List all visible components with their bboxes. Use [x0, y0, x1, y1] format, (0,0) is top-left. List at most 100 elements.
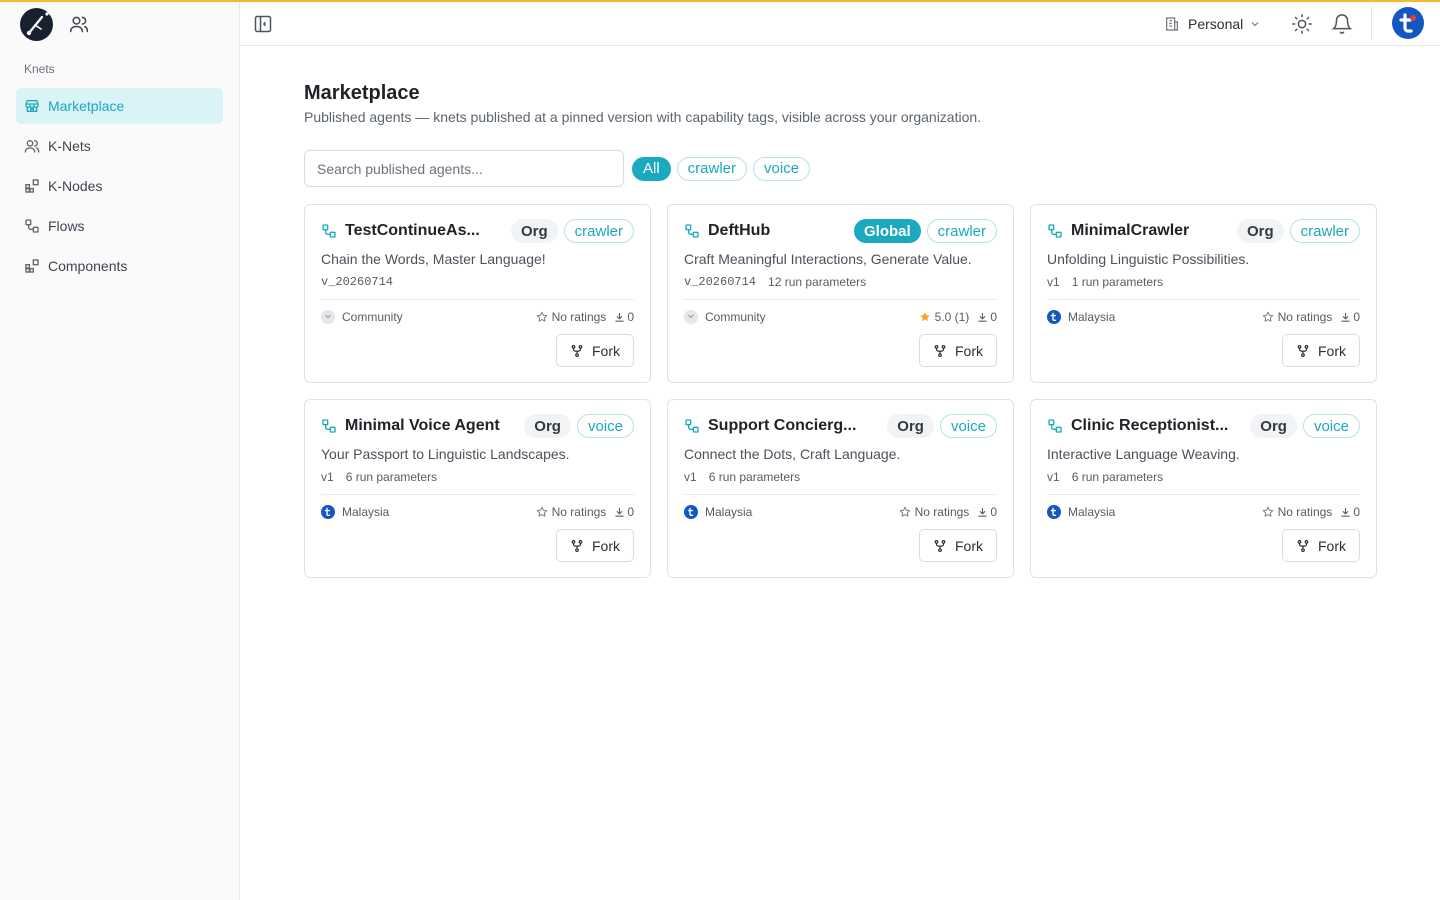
downloads-count: 0	[990, 310, 997, 324]
chevron-down-icon	[1249, 18, 1261, 30]
sidebar-item-label: Components	[48, 258, 128, 274]
filter-chip-all[interactable]: All	[632, 156, 671, 181]
sidebar-item-components[interactable]: Components	[16, 248, 223, 284]
filter-chip-voice[interactable]: voice	[753, 156, 811, 181]
version-label: v1	[321, 469, 334, 484]
fork-button[interactable]: Fork	[919, 529, 997, 562]
sidebar-item-label: K-Nets	[48, 138, 91, 154]
downloads: 0	[614, 505, 634, 519]
users-icon	[24, 138, 40, 154]
theme-toggle-button[interactable]	[1291, 13, 1313, 35]
sidebar-item-label: Flows	[48, 218, 85, 234]
fork-icon	[570, 539, 584, 553]
run-params-label: 6 run parameters	[1071, 469, 1164, 484]
downloads: 0	[977, 505, 997, 519]
card-meta: v1 6 run parameters	[684, 469, 997, 484]
card-name[interactable]: DeftHub	[708, 222, 848, 240]
card-divider	[1047, 494, 1360, 495]
card-meta: v1 6 run parameters	[321, 469, 634, 484]
card-name[interactable]: Minimal Voice Agent	[345, 417, 518, 435]
download-icon	[977, 507, 988, 518]
flow-icon	[1048, 419, 1062, 433]
card-header: Support Concierg... Org voice	[684, 414, 997, 438]
downloads-count: 0	[1353, 310, 1360, 324]
user-avatar[interactable]	[1392, 7, 1424, 39]
card-name[interactable]: Clinic Receptionist...	[1071, 417, 1244, 435]
fork-button[interactable]: Fork	[556, 529, 634, 562]
fork-label: Fork	[1318, 537, 1346, 554]
team-switch-button[interactable]	[68, 13, 90, 35]
agent-card[interactable]: MinimalCrawler Org crawler Unfolding Lin…	[1030, 204, 1377, 383]
card-description: Connect the Dots, Craft Language.	[684, 446, 901, 462]
search-input[interactable]	[304, 150, 624, 187]
fork-button[interactable]: Fork	[1282, 334, 1360, 367]
workspace-selector[interactable]: Personal	[1164, 14, 1261, 34]
scope-badge: Org	[1250, 414, 1297, 438]
run-params-label: 6 run parameters	[345, 469, 438, 484]
panel-left-icon	[254, 15, 272, 33]
card-footer: Malaysia No ratings 0	[321, 501, 634, 523]
sidebar-item-k-nodes[interactable]: K-Nodes	[16, 168, 223, 204]
agent-card[interactable]: TestContinueAs... Org crawler Chain the …	[304, 204, 651, 383]
sidebar-section-label: Knets	[24, 62, 55, 76]
fork-button[interactable]: Fork	[919, 334, 997, 367]
fork-label: Fork	[1318, 342, 1346, 359]
card-footer: Malaysia No ratings 0	[1047, 306, 1360, 328]
rating: No ratings	[536, 310, 606, 324]
star-icon	[536, 506, 548, 518]
filter-chip-crawler[interactable]: crawler	[676, 156, 748, 181]
workspace-label: Personal	[1188, 16, 1244, 32]
topbar-divider	[1371, 6, 1372, 40]
card-header: MinimalCrawler Org crawler	[1047, 219, 1360, 243]
rating: No ratings	[1262, 310, 1333, 324]
scope-badge: Org	[510, 219, 558, 243]
tag-badge: crawler	[1289, 219, 1360, 243]
downloads-count: 0	[627, 310, 634, 324]
sidebar-item-flows[interactable]: Flows	[16, 208, 223, 244]
community-icon	[321, 310, 335, 324]
app-logo[interactable]	[20, 7, 53, 41]
fork-button[interactable]: Fork	[1282, 529, 1360, 562]
card-description: Interactive Language Weaving.	[1047, 446, 1240, 462]
sidebar-item-marketplace[interactable]: Marketplace	[16, 88, 223, 124]
rating-label: No ratings	[1277, 505, 1333, 519]
agent-card[interactable]: Minimal Voice Agent Org voice Your Passp…	[304, 399, 651, 578]
notifications-button[interactable]	[1331, 13, 1353, 35]
scope-badge: Org	[524, 414, 571, 438]
community-icon	[684, 310, 698, 324]
agent-card[interactable]: Clinic Receptionist... Org voice Interac…	[1030, 399, 1377, 578]
card-description: Unfolding Linguistic Possibilities.	[1047, 251, 1250, 267]
fork-button[interactable]: Fork	[556, 334, 634, 367]
rating-label: No ratings	[1277, 310, 1333, 324]
downloads: 0	[977, 310, 997, 324]
star-icon	[919, 311, 931, 323]
sidebar-toggle-button[interactable]	[253, 14, 273, 34]
download-icon	[1340, 312, 1351, 323]
card-name[interactable]: MinimalCrawler	[1071, 222, 1231, 240]
card-divider	[321, 494, 634, 495]
publisher-name: Community	[705, 310, 766, 324]
sidebar-item-k-nets[interactable]: K-Nets	[16, 128, 223, 164]
tag-badge: voice	[939, 414, 997, 438]
card-meta: v_20260714 12 run parameters	[684, 274, 997, 289]
downloads: 0	[614, 310, 634, 324]
agent-card[interactable]: DeftHub Global crawler Craft Meaningful …	[667, 204, 1014, 383]
tag-badge: voice	[576, 414, 634, 438]
fork-label: Fork	[955, 537, 983, 554]
fork-icon	[933, 344, 947, 358]
rating: No ratings	[1262, 505, 1333, 519]
flow-icon	[322, 419, 336, 433]
card-description: Your Passport to Linguistic Landscapes.	[321, 446, 570, 462]
agent-card[interactable]: Support Concierg... Org voice Connect th…	[667, 399, 1014, 578]
tag-badge: crawler	[926, 219, 997, 243]
sidebar-item-label: K-Nodes	[48, 178, 103, 194]
filter-bar: All crawler voice	[304, 150, 1376, 187]
flow-icon	[24, 218, 40, 234]
card-meta: v_20260714	[321, 274, 634, 289]
card-name[interactable]: TestContinueAs...	[345, 222, 505, 240]
card-name[interactable]: Support Concierg...	[708, 417, 881, 435]
card-divider	[321, 299, 634, 300]
scope-badge: Org	[1236, 219, 1284, 243]
card-divider	[1047, 299, 1360, 300]
page-subtitle: Published agents — knets published at a …	[304, 109, 982, 125]
